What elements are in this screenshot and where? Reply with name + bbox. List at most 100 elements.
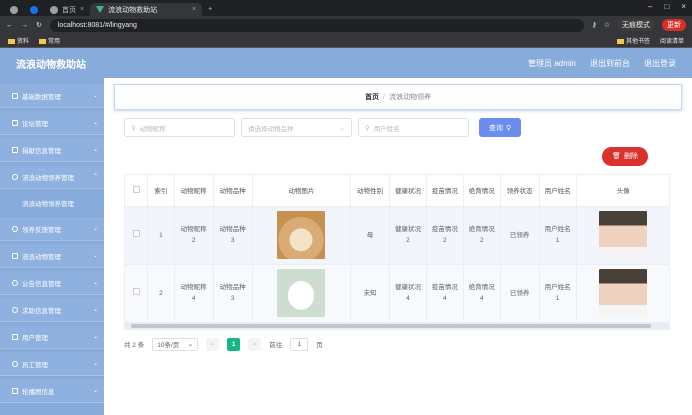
cell-vaccine: 疫苗情况 4 — [426, 264, 464, 323]
page-size-select[interactable]: 10条/页 ⌄ — [152, 337, 199, 351]
admin-label: 管理员 admin — [527, 58, 576, 68]
page-unit-label: 页 — [316, 342, 323, 349]
column-header[interactable]: 疫苗情况 — [426, 175, 464, 207]
delete-button[interactable]: 🗑 删除 — [602, 146, 648, 166]
new-tab-button[interactable]: + — [202, 3, 218, 16]
chevron-down-icon: ⌄ — [92, 307, 98, 313]
search-button[interactable]: 查询 ⚲ — [479, 118, 521, 137]
table-row[interactable]: 2 动物昵称 4 动物品种 3 未知 健康状况 4 疫苗情况 4 绝育情况 4 已领养 用… — [125, 264, 669, 323]
forward-icon[interactable]: → — [21, 22, 28, 29]
goto-label: 前往 — [269, 342, 283, 349]
chevron-down-icon: ⌄ — [92, 120, 98, 126]
minimize-icon[interactable]: – — [648, 2, 652, 11]
reading-list[interactable]: 阅读清单 — [660, 36, 684, 45]
next-page-button[interactable]: > — [248, 337, 262, 351]
animal-photo-bear[interactable] — [277, 269, 326, 317]
browser-tab[interactable] — [24, 3, 44, 16]
sidebar-item-basic-data[interactable]: 基础数据管理 ⌄ — [0, 84, 104, 108]
scrollbar-thumb[interactable] — [131, 323, 651, 328]
column-header[interactable]: 动物图片 — [252, 175, 352, 207]
main-content: 首页 / 流浪动物领养 ⚲ 动物昵称 请选择动物品种 ⌄ ⚲ 用户姓名 查询 ⚲ 🗑 删除… — [104, 78, 692, 415]
row-checkbox[interactable] — [125, 206, 149, 265]
sidebar-subitem-adoption[interactable]: 流浪动物领养管理 — [0, 192, 104, 214]
incognito-badge[interactable]: 无痕模式 — [617, 19, 655, 31]
column-header[interactable]: 动物性别 — [350, 175, 390, 207]
avatar[interactable] — [599, 269, 648, 317]
horizontal-scrollbar[interactable] — [125, 322, 669, 329]
chevron-down-icon: ⌄ — [92, 226, 98, 232]
grid-icon — [12, 252, 18, 259]
column-header[interactable]: 索引 — [147, 175, 175, 207]
cell-status: 已领养 — [500, 206, 540, 265]
avatar[interactable] — [599, 211, 648, 259]
window-controls: – □ × — [648, 2, 686, 11]
row-checkbox[interactable] — [125, 264, 149, 323]
reload-icon[interactable]: ↻ — [36, 21, 42, 29]
close-window-icon[interactable]: × — [681, 2, 686, 11]
backstage-link[interactable]: 退出到前台 — [590, 58, 630, 69]
cell-name: 动物昵称 4 — [174, 264, 214, 323]
chevron-down-icon: ⌄ — [92, 334, 98, 340]
app-icon — [30, 5, 38, 14]
close-icon[interactable]: × — [192, 6, 196, 13]
url-field[interactable]: localhost:8081/#/lingyang — [49, 18, 584, 32]
clock-icon — [12, 360, 18, 367]
cell-image — [252, 206, 352, 265]
app-header: 流浪动物救助站 管理员 admin 退出到前台 退出登录 — [0, 48, 692, 78]
globe-icon — [10, 5, 18, 14]
breadcrumb-separator: / — [383, 93, 385, 101]
globe-icon — [50, 5, 58, 14]
key-icon[interactable]: ⚷ — [592, 21, 597, 29]
sidebar-item-animals[interactable]: 流浪动物管理 ⌄ — [0, 244, 104, 268]
sidebar-item-notice[interactable]: 公告信息管理 ⌄ — [0, 271, 104, 295]
bookmark-folder[interactable]: 资料 — [8, 36, 29, 45]
browser-tab-home[interactable]: 首页 × — [44, 3, 90, 16]
star-icon[interactable]: ☆ — [604, 21, 610, 29]
column-header[interactable]: 领养状态 — [500, 175, 540, 207]
sidebar-item-donation[interactable]: 捐献信息管理 ⌄ — [0, 138, 104, 162]
column-header[interactable]: 动物品种 — [213, 175, 253, 207]
user-name-input[interactable]: ⚲ 用户姓名 — [358, 118, 469, 137]
page-number[interactable]: 1 — [227, 337, 241, 351]
sidebar-item-staff[interactable]: 员工管理 ⌄ — [0, 352, 104, 376]
select-all-checkbox[interactable] — [125, 175, 149, 207]
cell-sex: 母 — [350, 206, 390, 265]
breadcrumb-home[interactable]: 首页 — [365, 92, 379, 102]
column-header[interactable]: 动物昵称 — [174, 175, 214, 207]
table-row[interactable]: 1 动物昵称 2 动物品种 3 母 健康状况 2 疫苗情况 2 绝育情况 2 已领养 用户… — [125, 206, 669, 265]
data-table: 索引 动物昵称 动物品种 动物图片 动物性别 健康状况 疫苗情况 绝育情况 领养… — [124, 174, 670, 330]
sidebar-item-users[interactable]: 用户管理 ⌄ — [0, 325, 104, 349]
prev-page-button[interactable]: < — [206, 337, 220, 351]
cell-type: 动物品种 3 — [213, 264, 253, 323]
animal-name-input[interactable]: ⚲ 动物昵称 — [124, 118, 235, 137]
browser-tab[interactable] — [4, 3, 24, 16]
close-icon[interactable]: × — [80, 6, 84, 13]
animal-photo-dog[interactable] — [277, 211, 326, 259]
update-button[interactable]: 更新 — [662, 19, 686, 31]
logout-link[interactable]: 退出登录 — [644, 58, 676, 69]
search-icon: ⚲ — [131, 124, 136, 132]
browser-tab-active[interactable]: 流浪动物救助站 × — [90, 3, 203, 16]
maximize-icon[interactable]: □ — [664, 2, 669, 11]
chevron-down-icon: ⌄ — [92, 147, 98, 153]
sidebar-item-carousel[interactable]: 轮播图信息 ⌄ — [0, 379, 104, 403]
cell-image — [252, 264, 352, 323]
cell-index: 1 — [147, 206, 175, 265]
sidebar-item-help[interactable]: 求助信息管理 ⌄ — [0, 298, 104, 322]
goto-page-input[interactable]: 1 — [290, 337, 309, 351]
chevron-down-icon: ⌄ — [92, 280, 98, 286]
bookmark-folder[interactable]: 常用 — [39, 36, 60, 45]
column-header[interactable]: 用户姓名 — [539, 175, 577, 207]
column-header[interactable]: 头像 — [576, 175, 669, 207]
column-header[interactable]: 健康状况 — [389, 175, 427, 207]
address-bar: ← → ↻ localhost:8081/#/lingyang ⚷ ☆ 无痕模式… — [0, 16, 692, 34]
sidebar-item-feedback[interactable]: 领养反馈管理 ⌄ — [0, 217, 104, 241]
other-bookmarks[interactable]: 其他书签 — [616, 36, 650, 45]
back-icon[interactable]: ← — [6, 22, 13, 29]
animal-type-select[interactable]: 请选择动物品种 ⌄ — [241, 118, 352, 137]
table-header-row: 索引 动物昵称 动物品种 动物图片 动物性别 健康状况 疫苗情况 绝育情况 领养… — [125, 175, 669, 207]
sidebar-item-forum[interactable]: 论坛管理 ⌄ — [0, 111, 104, 135]
total-count: 共 2 条 — [124, 342, 145, 349]
sidebar-item-adoption[interactable]: 流浪动物领养管理 ⌃ — [0, 165, 104, 189]
column-header[interactable]: 绝育情况 — [463, 175, 501, 207]
